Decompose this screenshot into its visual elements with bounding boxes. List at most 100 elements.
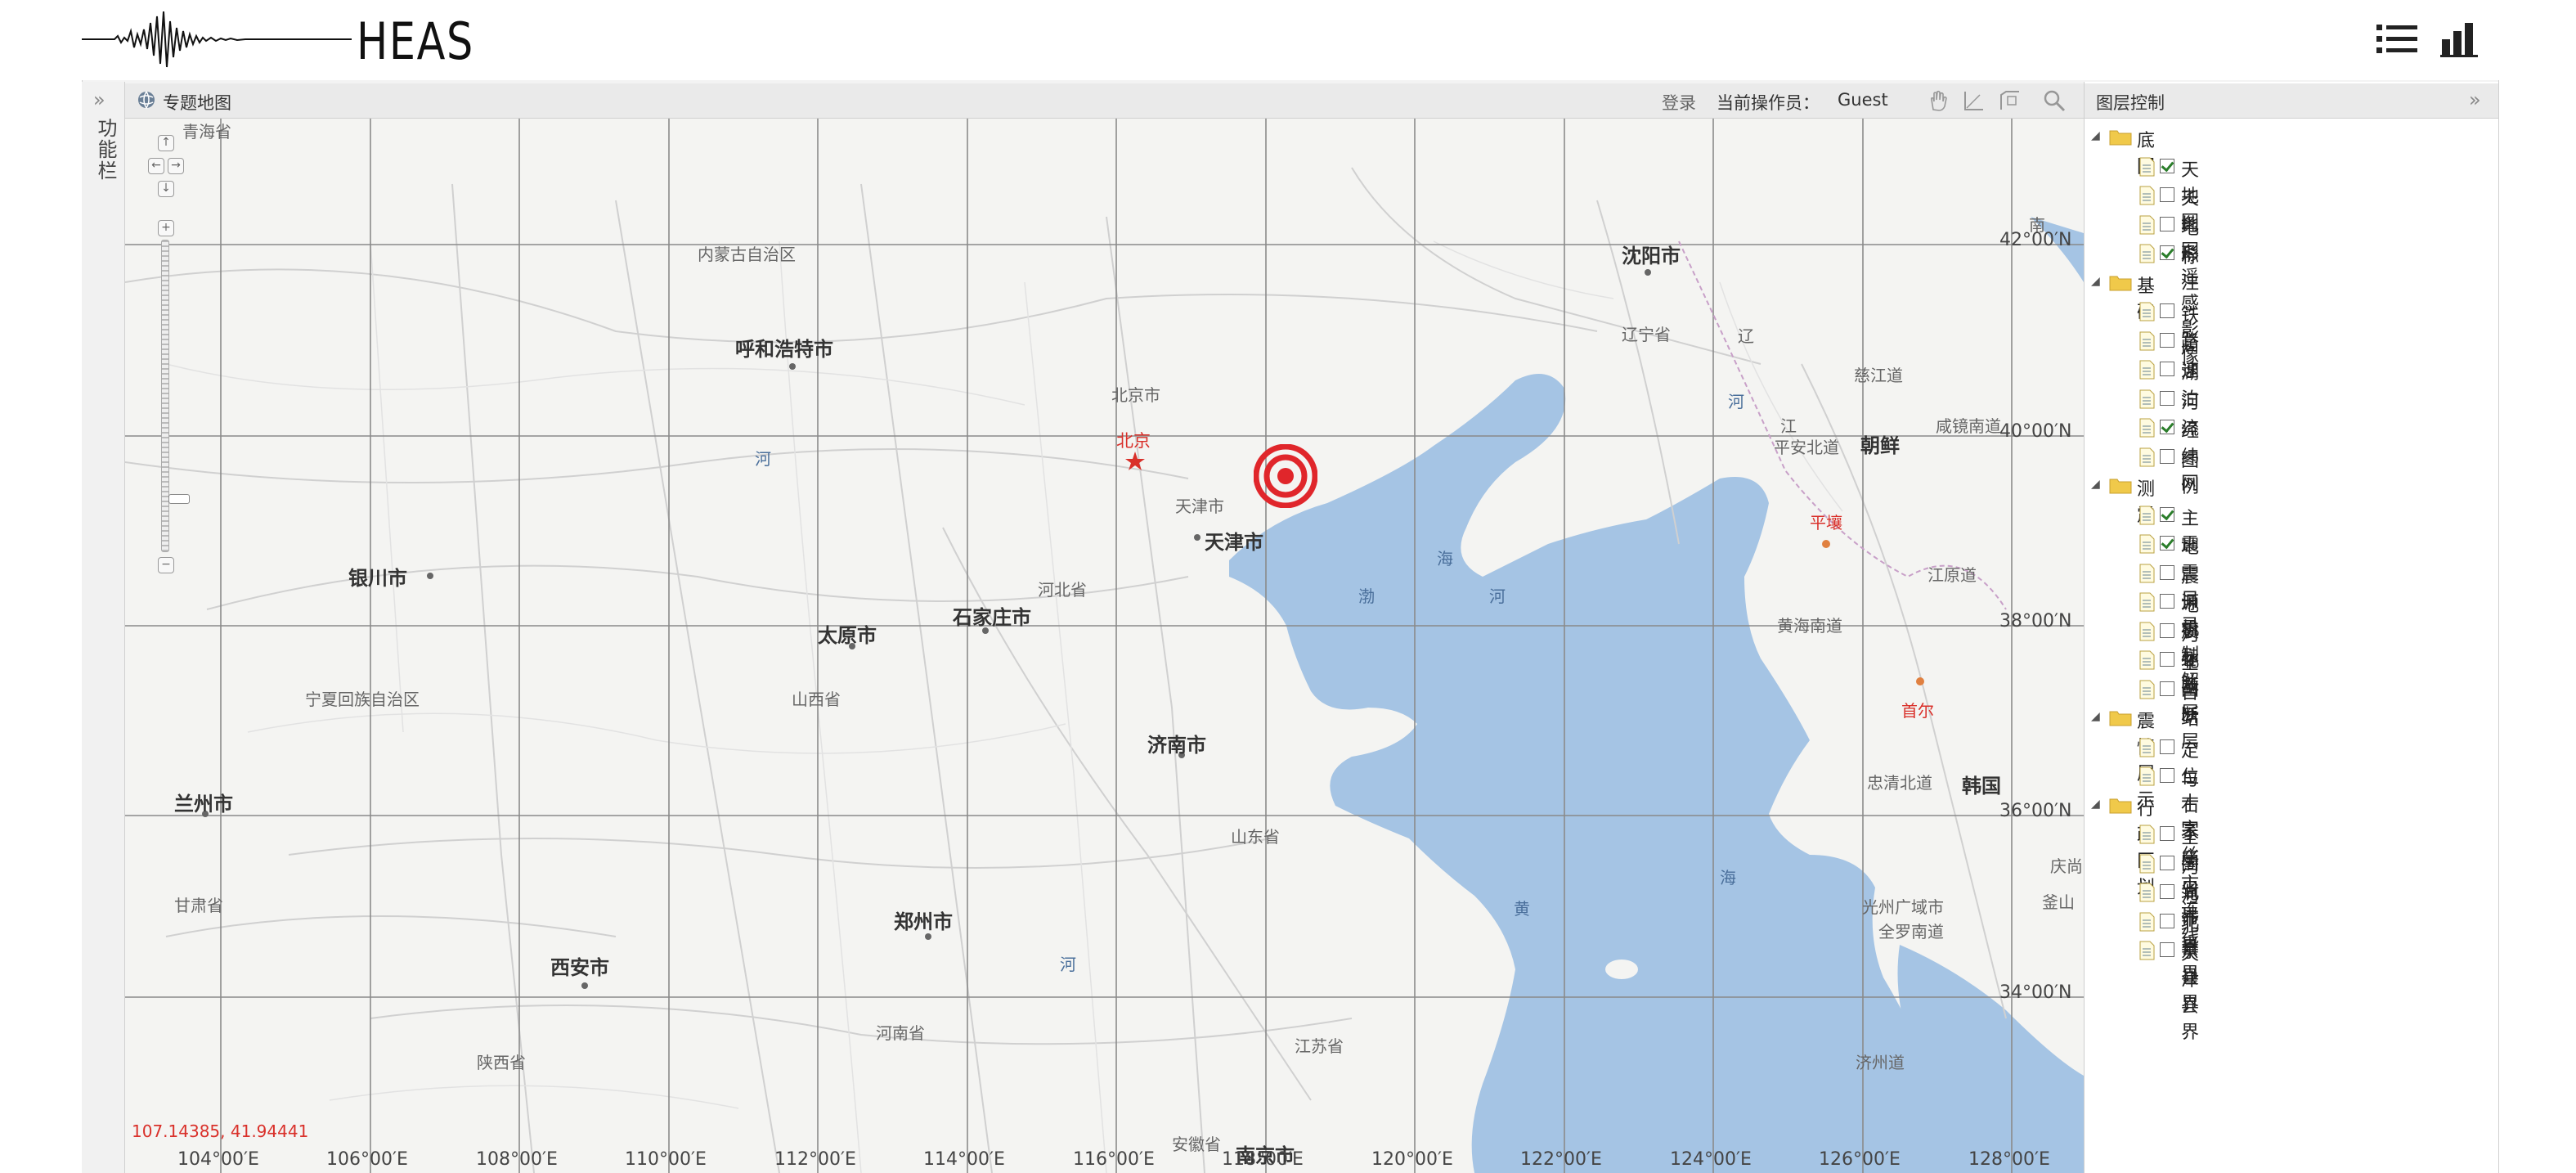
label-ningxia: 宁夏回族自治区 bbox=[305, 690, 420, 709]
layer-file-icon bbox=[2139, 157, 2155, 176]
zoom-slider-handle[interactable] bbox=[168, 494, 190, 504]
layer-file-icon bbox=[2139, 825, 2155, 844]
layer-item-label[interactable]: 标注 bbox=[2181, 242, 2199, 294]
layer-file-icon bbox=[2139, 534, 2155, 554]
label-jinan: 济南市 bbox=[1147, 734, 1206, 757]
layer-checkbox[interactable] bbox=[2160, 303, 2174, 318]
layer-checkbox[interactable] bbox=[2160, 332, 2174, 348]
cursor-coordinates-readout: 107.14385, 41.94441 bbox=[132, 1121, 309, 1141]
label-yellowsea-2: 海 bbox=[1720, 868, 1736, 888]
layer-file-icon bbox=[2139, 941, 2155, 960]
label-zhongqingbei: 忠清北道 bbox=[1867, 773, 1932, 793]
layer-item-label[interactable]: 图例 bbox=[2181, 446, 2199, 498]
layer-checkbox[interactable] bbox=[2160, 884, 2174, 899]
map-canvas[interactable]: ↑ ← → ↓ + − 内蒙古自治区 呼和浩特市 沈阳市 辽宁省 北京市 北京 … bbox=[125, 119, 2084, 1173]
layer-checkbox[interactable] bbox=[2160, 652, 2174, 667]
layer-checkbox[interactable] bbox=[2160, 942, 2174, 957]
lon-126: 126°00′E bbox=[1819, 1149, 1901, 1170]
earthquake-epicenter-marker[interactable] bbox=[1254, 444, 1317, 508]
zoom-in-button[interactable]: + bbox=[158, 220, 174, 236]
expand-arrow-icon[interactable]: ◢ bbox=[2091, 710, 2100, 723]
zoom-out-button[interactable]: − bbox=[158, 557, 174, 573]
expand-arrow-icon[interactable]: ◢ bbox=[2091, 275, 2100, 288]
layer-file-icon bbox=[2139, 506, 2155, 524]
layer-file-icon bbox=[2139, 738, 2155, 757]
layer-checkbox[interactable] bbox=[2160, 506, 2174, 522]
label-beijing: 北京 bbox=[1116, 431, 1151, 451]
pan-down-button[interactable]: ↓ bbox=[158, 181, 174, 197]
layer-checkbox[interactable] bbox=[2160, 536, 2174, 551]
layer-checkbox[interactable] bbox=[2160, 390, 2174, 406]
layer-file-icon bbox=[2139, 592, 2155, 612]
label-river-3: 河 bbox=[1728, 392, 1744, 411]
operator-label: 当前操作员： bbox=[1717, 93, 1820, 113]
seismograph-logo-icon bbox=[82, 11, 352, 68]
pan-left-button[interactable]: ← bbox=[148, 158, 164, 174]
lat-40: 40°00′N bbox=[1999, 421, 2072, 442]
label-bohai-2: 海 bbox=[1437, 549, 1453, 569]
layer-checkbox[interactable] bbox=[2160, 739, 2174, 754]
layer-file-icon bbox=[2139, 564, 2155, 582]
collapse-panel-icon[interactable]: » bbox=[2469, 88, 2481, 111]
measure-distance-icon[interactable] bbox=[1962, 88, 1986, 113]
map-basemap bbox=[125, 119, 2084, 1173]
layer-checkbox[interactable] bbox=[2160, 158, 2174, 173]
layer-file-icon bbox=[2139, 215, 2155, 234]
expand-arrow-icon[interactable]: ◢ bbox=[2091, 798, 2100, 811]
label-bohai-3: 河 bbox=[1489, 586, 1506, 606]
layer-checkbox[interactable] bbox=[2160, 187, 2174, 202]
label-shenyang: 沈阳市 bbox=[1622, 245, 1681, 267]
layer-checkbox[interactable] bbox=[2160, 913, 2174, 928]
expand-arrow-icon[interactable]: ◢ bbox=[2091, 129, 2100, 142]
folder-icon bbox=[2109, 711, 2132, 726]
layer-file-icon bbox=[2139, 360, 2155, 380]
pan-right-button[interactable]: → bbox=[168, 158, 184, 174]
list-icon[interactable] bbox=[2376, 23, 2417, 56]
pan-up-button[interactable]: ↑ bbox=[158, 135, 174, 151]
expand-sidebar-icon[interactable]: » bbox=[93, 88, 105, 111]
layer-checkbox[interactable] bbox=[2160, 622, 2174, 638]
label-river-1: 河 bbox=[755, 449, 771, 469]
label-xian: 西安市 bbox=[550, 956, 609, 979]
layer-checkbox[interactable] bbox=[2160, 826, 2174, 841]
layer-file-icon bbox=[2139, 389, 2155, 408]
layer-item-label[interactable]: 天津县界 bbox=[2181, 939, 2199, 1044]
label-shanxi: 山西省 bbox=[792, 690, 841, 709]
label-zhengzhou: 郑州市 bbox=[894, 910, 953, 933]
layer-checkbox[interactable] bbox=[2160, 681, 2174, 696]
layer-panel-title: 图层控制 bbox=[2096, 93, 2165, 113]
label-qingshang: 庆尚 bbox=[2050, 856, 2083, 876]
lon-108: 108°00′E bbox=[476, 1149, 558, 1170]
label-qinghai-top: 青海省 bbox=[182, 122, 231, 142]
expand-arrow-icon[interactable]: ◢ bbox=[2091, 478, 2100, 491]
layer-checkbox[interactable] bbox=[2160, 245, 2174, 260]
measure-area-icon[interactable] bbox=[1998, 88, 2022, 113]
label-pyongyang: 平壤 bbox=[1810, 513, 1842, 533]
layer-file-icon bbox=[2139, 186, 2155, 205]
layer-item-label[interactable]: 台站 bbox=[2181, 678, 2199, 730]
function-sidebar-label: 功能栏 bbox=[94, 118, 117, 182]
layer-checkbox[interactable] bbox=[2160, 855, 2174, 870]
search-icon[interactable] bbox=[2042, 88, 2067, 113]
layer-checkbox[interactable] bbox=[2160, 362, 2174, 376]
pan-hand-icon[interactable] bbox=[1926, 88, 1950, 113]
lat-42: 42°00′N bbox=[1999, 230, 2072, 250]
layer-checkbox[interactable] bbox=[2160, 768, 2174, 783]
layer-file-icon bbox=[2139, 650, 2155, 670]
layer-checkbox[interactable] bbox=[2160, 564, 2174, 580]
label-yellowsea-1: 黄 bbox=[1514, 899, 1530, 919]
layer-checkbox[interactable] bbox=[2160, 594, 2174, 609]
label-shandong: 山东省 bbox=[1231, 827, 1280, 847]
label-hohhot: 呼和浩特市 bbox=[735, 338, 833, 361]
layer-checkbox[interactable] bbox=[2160, 420, 2174, 434]
app-title: HEAS bbox=[357, 11, 474, 71]
zoom-slider[interactable] bbox=[161, 240, 190, 552]
label-lanzhou: 兰州市 bbox=[174, 793, 233, 816]
function-sidebar-tab[interactable]: » 功能栏 bbox=[82, 82, 125, 1173]
layer-file-icon bbox=[2139, 302, 2155, 321]
login-link[interactable]: 登录 bbox=[1662, 90, 1696, 115]
label-liaoning: 辽宁省 bbox=[1622, 325, 1671, 344]
layer-checkbox[interactable] bbox=[2160, 216, 2174, 231]
bar-chart-icon[interactable] bbox=[2440, 21, 2478, 57]
layer-checkbox[interactable] bbox=[2160, 448, 2174, 464]
